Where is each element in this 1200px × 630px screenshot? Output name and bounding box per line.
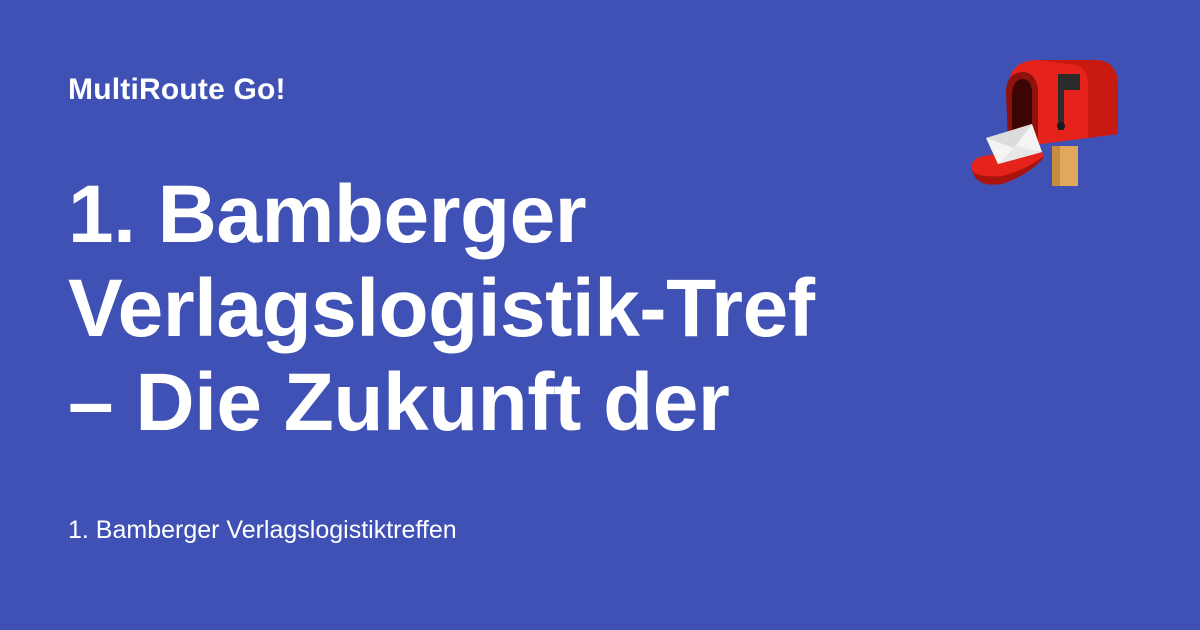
description: 1. Bamberger Verlagslogistiktreffen	[68, 516, 457, 544]
mailbox-icon	[971, 60, 1118, 186]
headline-line-1: 1. Bamberger	[68, 169, 587, 260]
share-card: MultiRoute Go! 1. Bamberger Verlagslogis…	[0, 0, 1200, 630]
headline: 1. Bamberger Verlagslogistik-Tref – Die …	[68, 168, 928, 450]
headline-line-3: – Die Zukunft der	[68, 357, 730, 448]
site-name: MultiRoute Go!	[68, 73, 286, 106]
headline-line-2: Verlagslogistik-Tref	[68, 263, 815, 354]
